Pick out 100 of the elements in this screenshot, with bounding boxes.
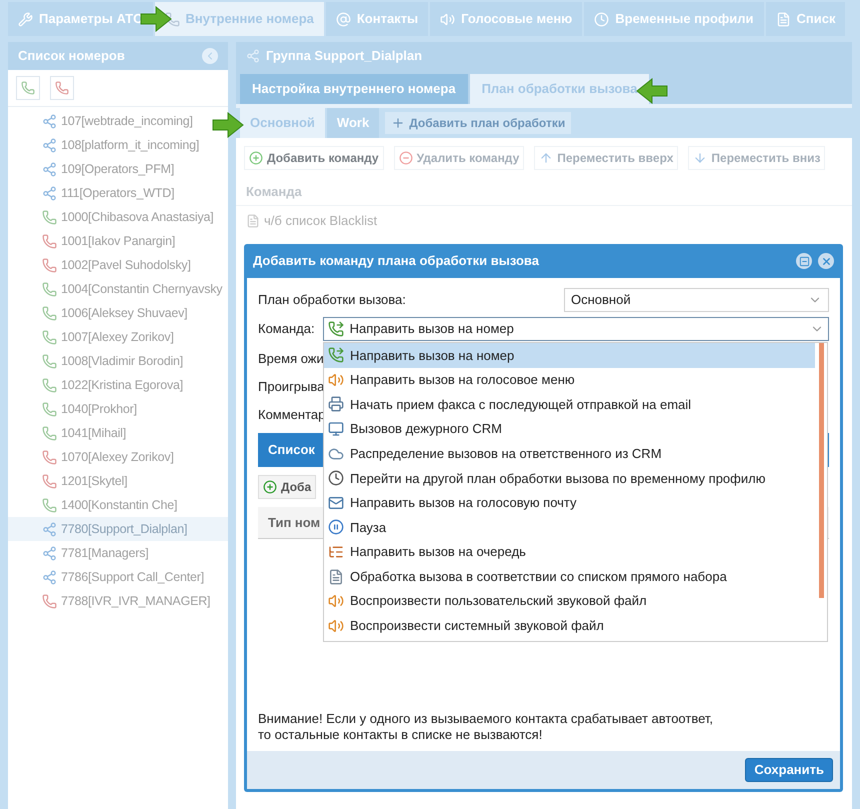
top-tab[interactable]: Голосовые меню <box>430 2 582 36</box>
fax-icon <box>328 396 344 412</box>
top-tab[interactable]: Внутренние номера <box>154 2 324 36</box>
tree-item[interactable]: 108[platform_it_incoming] <box>42 133 200 157</box>
field-label: План обработки вызова: <box>258 291 406 310</box>
tree-item[interactable]: 109[Operators_PFM] <box>42 157 174 181</box>
phone-icon <box>42 234 57 248</box>
phone-icon <box>42 378 57 392</box>
tree-item[interactable]: 1007[Alexey Zorikov] <box>42 325 174 349</box>
remove-extension-button[interactable] <box>50 76 74 100</box>
queue-icon <box>328 544 344 560</box>
top-tab[interactable]: Временные профили <box>584 2 764 36</box>
plan-select[interactable]: Основной <box>564 288 829 312</box>
phone-forward-icon <box>328 347 344 364</box>
tree-item[interactable]: 1004[Constantin Chernyavsky <box>42 277 222 301</box>
tab[interactable]: Основной <box>240 108 325 138</box>
share-icon <box>42 138 57 152</box>
tree-item[interactable]: 1001[Iakov Panargin] <box>42 229 176 253</box>
minimize-button[interactable] <box>796 253 812 269</box>
scrollbar-thumb[interactable] <box>818 343 824 598</box>
tab[interactable]: План обработки вызова <box>470 74 650 104</box>
phone-remove-icon <box>55 81 69 95</box>
dialog-title: Добавить команду плана обработки вызова <box>253 252 539 270</box>
dropdown-option[interactable]: Обработка вызова в соответствии со списком прямого набора <box>324 564 815 589</box>
dropdown-option[interactable]: Перейти на другой план обработки вызова по временному профилю <box>324 466 815 491</box>
add-plan-button[interactable]: Добавить план обработки <box>385 112 572 134</box>
toolbar-button[interactable]: Добавить команду <box>244 146 384 170</box>
save-button[interactable]: Сохранить <box>745 758 833 782</box>
collapse-button[interactable] <box>202 48 218 64</box>
column-header: Команда <box>246 182 302 201</box>
tree-item[interactable]: 1006[Aleksey Shuvaev] <box>42 301 188 325</box>
document-icon <box>776 12 791 26</box>
document-icon <box>246 214 260 228</box>
tree-item[interactable]: 1040[Prokhor] <box>42 397 137 421</box>
dropdown-option[interactable]: Направить вызов на голосовое меню <box>324 368 815 392</box>
dropdown-option[interactable]: Вызовов дежурного CRM <box>324 416 815 442</box>
phone-icon <box>42 258 57 272</box>
warning-text: Внимание! Если у одного из вызываемого контакта срабатывает автоответ, то остальные контакты в списке не вызваются! <box>258 711 714 743</box>
top-tab[interactable]: Контакты <box>326 2 428 36</box>
tab[interactable]: Work <box>326 108 380 138</box>
share-icon <box>42 546 57 560</box>
tree-item[interactable]: 111[Operators_WTD] <box>42 181 174 205</box>
tree-item[interactable]: 1002[Pavel Suhodolsky] <box>42 253 191 277</box>
at-sign-icon <box>336 12 351 26</box>
dropdown-option[interactable]: Направить вызов на номер <box>324 343 815 368</box>
command-select[interactable]: Направить вызов на номер <box>322 317 829 341</box>
phone-icon <box>42 426 57 440</box>
phone-icon <box>42 210 57 224</box>
tree-item[interactable]: 1400[Konstantin Che] <box>42 493 178 517</box>
tree-item[interactable]: 7786[Support Call_Center] <box>42 565 204 589</box>
envelope-icon <box>328 494 344 511</box>
phone-icon <box>164 12 180 26</box>
dropdown-option[interactable]: Воспроизвести пользовательский звуковой файл <box>324 588 815 614</box>
dropdown-option[interactable]: Воспроизвести системный звуковой файл <box>324 614 815 638</box>
tree-item[interactable]: 7788[IVR_IVR_MANAGER] <box>42 589 210 613</box>
column-header: Тип ном <box>268 514 320 532</box>
tree-item[interactable]: 1201[Skytel] <box>42 469 128 493</box>
dropdown-option[interactable]: Начать прием факса с последующей отправкой на email <box>324 392 815 417</box>
tree-item[interactable]: 1070[Alexey Zorikov] <box>42 445 174 469</box>
phone-forward-icon <box>328 321 344 337</box>
tree-item[interactable]: 7780[Support_Dialplan] <box>42 517 188 541</box>
monitor-icon <box>328 421 344 438</box>
dropdown-option[interactable]: Направить вызов на очередь <box>324 540 815 564</box>
pause-icon <box>328 519 344 536</box>
tab[interactable]: Настройка внутреннего номера <box>240 74 468 104</box>
dropdown-option[interactable]: Распределение вызовов на ответственного из CRM <box>324 441 815 466</box>
share-icon <box>42 522 57 536</box>
speaker-icon <box>328 618 344 634</box>
minimize-icon <box>798 256 810 266</box>
tree-item[interactable]: 7781[Managers] <box>42 541 149 565</box>
add-extension-button[interactable] <box>16 76 40 100</box>
close-icon <box>820 256 832 266</box>
tree-item[interactable]: 1008[Vladimir Borodin] <box>42 349 184 373</box>
phone-icon <box>42 450 57 464</box>
phone-icon <box>42 474 57 488</box>
section-title: Список <box>268 441 315 460</box>
clock-icon <box>594 12 610 26</box>
speaker-icon <box>328 593 344 610</box>
pointer-arrow-icon <box>636 78 668 104</box>
tree-item[interactable]: 1000[Chibasova Anastasiya] <box>42 205 214 229</box>
plus-circle-icon <box>263 480 277 494</box>
dropdown-option[interactable]: Пауза <box>324 515 815 540</box>
tree-item[interactable]: 1022[Kristina Egorova] <box>42 373 184 397</box>
field-label: Проигрыва <box>258 378 324 396</box>
tree-item[interactable]: 1041[Mihail] <box>42 421 126 445</box>
top-tab[interactable]: Списк <box>766 2 846 36</box>
phone-icon <box>42 402 57 416</box>
dropdown-option[interactable]: Направить вызов на голосовую почту <box>324 490 815 516</box>
document-icon <box>328 568 344 585</box>
arrow-down-icon <box>693 151 708 165</box>
add-contact-button[interactable]: Доба <box>258 475 316 499</box>
field-label: Команда: <box>258 320 315 338</box>
minus-circle-icon <box>398 151 413 165</box>
share-icon <box>246 49 260 63</box>
close-button[interactable] <box>818 253 834 269</box>
share-icon <box>42 186 57 200</box>
share-icon <box>42 114 57 128</box>
tree-item[interactable]: 107[webtrade_incoming] <box>42 109 193 133</box>
cloud-icon <box>328 446 344 462</box>
speaker-icon <box>440 12 456 26</box>
